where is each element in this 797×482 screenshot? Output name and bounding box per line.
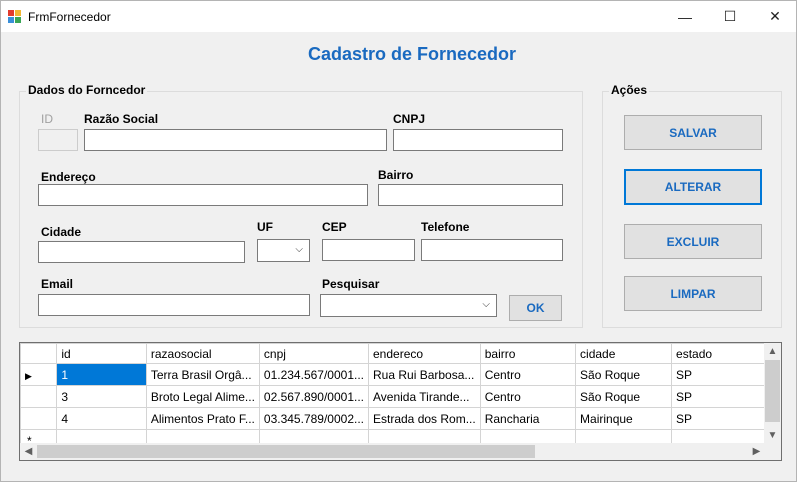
ok-button[interactable]: OK [509,295,562,321]
cnpj-label: CNPJ [393,112,426,126]
window-title: FrmFornecedor [28,10,111,24]
table-cell[interactable]: Centro [479,363,577,386]
acoes-group-label: Ações [609,83,650,97]
minimize-button[interactable]: — [662,1,708,32]
bairro-label: Bairro [378,168,414,182]
column-header[interactable]: cidade [575,343,673,364]
app-icon [8,10,21,23]
column-header[interactable]: bairro [479,343,577,364]
limpar-button[interactable]: LIMPAR [624,276,762,311]
uf-select[interactable]: ⌵ [257,239,310,262]
cep-field[interactable] [322,239,415,261]
telefone-field[interactable] [421,239,563,261]
razao-social-field[interactable] [84,129,387,151]
table-cell[interactable]: Avenida Tirande... [368,385,481,408]
table-cell[interactable]: Rua Rui Barbosa... [368,363,481,386]
table-cell[interactable]: Alimentos Prato F... [145,407,260,430]
table-cell[interactable]: 3 [56,385,147,408]
chevron-down-icon: ⌵ [295,244,303,255]
email-label: Email [41,277,74,291]
bairro-field[interactable] [378,184,563,206]
scroll-up-icon[interactable]: ▲ [764,343,781,360]
column-header[interactable]: cnpj [258,343,370,364]
alterar-button[interactable]: ALTERAR [624,169,762,205]
table-cell[interactable]: SP [671,363,765,386]
table-cell[interactable]: Rancharia [479,407,577,430]
table-cell[interactable]: 1 [56,363,147,386]
horizontal-scroll-thumb[interactable] [37,445,535,458]
table-cell[interactable]: Centro [479,385,577,408]
column-header[interactable]: razaosocial [145,343,260,364]
row-header[interactable] [20,385,58,408]
email-field[interactable] [38,294,310,316]
table-cell[interactable]: Mairinque [575,407,673,430]
dados-group-label: Dados do Forncedor [26,83,148,97]
scroll-right-icon[interactable]: ▶ [748,443,765,460]
pesquisar-select[interactable]: ⌵ [320,294,497,317]
table-cell[interactable]: SP [671,407,765,430]
razao-social-label: Razão Social [84,112,159,126]
table-cell[interactable]: 4 [56,407,147,430]
salvar-button[interactable]: SALVAR [624,115,762,150]
pesquisar-label: Pesquisar [322,277,380,291]
uf-label: UF [257,220,273,234]
cnpj-field[interactable] [393,129,563,151]
vertical-scroll-thumb[interactable] [765,360,780,422]
horizontal-scrollbar[interactable]: ◀ ▶ [20,443,765,460]
row-header-corner [20,343,58,364]
scroll-down-icon[interactable]: ▼ [764,427,781,444]
table-row[interactable]: 3 Broto Legal Alime... 02.567.890/0001..… [20,385,765,408]
chevron-down-icon: ⌵ [482,299,490,310]
column-header[interactable]: endereco [368,343,481,364]
table-cell[interactable]: 01.234.567/0001... [258,363,370,386]
table-cell[interactable]: Estrada dos Rom... [368,407,481,430]
table-cell[interactable]: São Roque [575,385,673,408]
row-header[interactable] [20,407,58,430]
endereco-label: Endereço [41,170,96,184]
close-button[interactable]: ✕ [752,1,797,32]
form-title: Cadastro de Fornecedor [307,44,517,64]
current-row-icon: ▶ [25,370,32,381]
grid-body: id razaosocial cnpj endereco bairro cida… [20,343,765,452]
grid-header-row: id razaosocial cnpj endereco bairro cida… [20,343,765,364]
cep-label: CEP [322,220,347,234]
table-cell[interactable]: Broto Legal Alime... [145,385,260,408]
cidade-field[interactable] [38,241,245,263]
table-cell[interactable]: SP [671,385,765,408]
data-grid[interactable]: id razaosocial cnpj endereco bairro cida… [19,342,782,461]
excluir-button[interactable]: EXCLUIR [624,224,762,259]
row-header[interactable]: ▶ [20,363,58,386]
table-row[interactable]: 4 Alimentos Prato F... 03.345.789/0002..… [20,407,765,430]
dados-groupbox: Dados do Forncedor [19,83,583,328]
table-cell[interactable]: 03.345.789/0002... [258,407,370,430]
column-header[interactable]: estado [671,343,765,364]
title-bar: FrmFornecedor — ☐ ✕ [1,1,796,32]
table-cell[interactable]: São Roque [575,363,673,386]
telefone-label: Telefone [421,220,470,234]
id-label: ID [41,112,53,126]
id-field [38,129,78,151]
grid-table: id razaosocial cnpj endereco bairro cida… [20,343,765,452]
cidade-label: Cidade [41,225,82,239]
scroll-left-icon[interactable]: ◀ [20,443,37,460]
scrollbar-corner [764,443,781,460]
maximize-button[interactable]: ☐ [707,1,753,32]
table-row[interactable]: ▶ 1 Terra Brasil Orgâ... 01.234.567/0001… [20,363,765,386]
table-cell[interactable]: Terra Brasil Orgâ... [145,363,260,386]
column-header[interactable]: id [56,343,147,364]
endereco-field[interactable] [38,184,368,206]
table-cell[interactable]: 02.567.890/0001... [258,385,370,408]
window: FrmFornecedor — ☐ ✕ Cadastro de Forneced… [0,0,797,482]
vertical-scrollbar[interactable]: ▲ ▼ [764,343,781,444]
